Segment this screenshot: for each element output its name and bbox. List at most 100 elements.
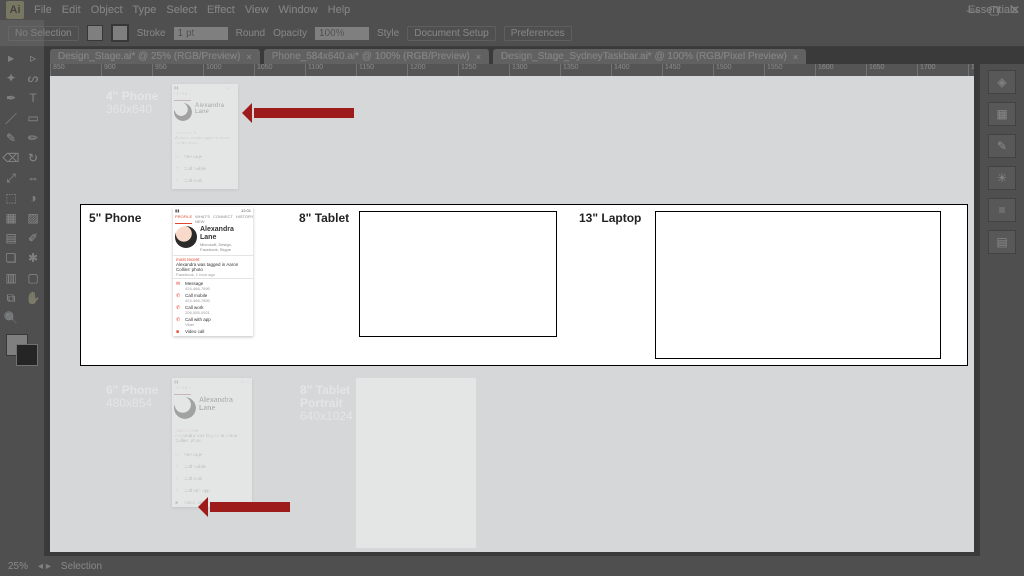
artboard-8inch-tablet xyxy=(359,211,557,337)
menu-window[interactable]: Window xyxy=(279,4,318,16)
shape-builder-tool-icon[interactable]: ◑ xyxy=(22,188,44,208)
selection-tool-icon[interactable]: ▸ xyxy=(0,48,22,68)
action-row: ✆Call work206-555-0921 xyxy=(173,304,253,316)
menu-type[interactable]: Type xyxy=(133,4,157,16)
preferences-button[interactable]: Preferences xyxy=(504,26,572,41)
artboard-label-4phone: 4" Phone 360x640 xyxy=(106,90,158,116)
brushes-panel-icon[interactable]: ✎ xyxy=(988,134,1016,158)
phone-icon: ✆ xyxy=(176,305,182,311)
menu-edit[interactable]: Edit xyxy=(62,4,81,16)
perspective-tool-icon[interactable]: ▦ xyxy=(0,208,22,228)
canvas-area[interactable]: 4" Phone 360x640 ▮▮12:01 PROFILE WHAT'S … xyxy=(50,76,974,552)
close-icon[interactable]: × xyxy=(793,52,798,62)
menu-effect[interactable]: Effect xyxy=(207,4,235,16)
type-tool-icon[interactable]: T xyxy=(22,88,44,108)
document-tab[interactable]: Phone_584x640.ai* @ 100% (RGB/Preview) × xyxy=(264,49,489,64)
action-row: ✆Call with appViber xyxy=(172,487,252,499)
document-tab[interactable]: Design_Stage.ai* @ 25% (RGB/Preview) × xyxy=(50,49,260,64)
right-panel-dock: ◈ ▦ ✎ ☀ ≡ ▤ xyxy=(980,64,1024,556)
tab-label: Design_Stage.ai* @ 25% (RGB/Preview) xyxy=(58,51,240,62)
zoom-field[interactable]: 25% xyxy=(8,561,28,572)
menu-object[interactable]: Object xyxy=(91,4,123,16)
signal-icon: ▮▮ xyxy=(174,85,178,90)
color-panel-icon[interactable]: ◈ xyxy=(988,70,1016,94)
app-frame: Ai File Edit Object Type Select Effect V… xyxy=(0,0,1024,576)
artboard-label-13laptop: 13" Laptop xyxy=(579,211,641,225)
document-setup-button[interactable]: Document Setup xyxy=(407,26,496,41)
hand-tool-icon[interactable]: ✋ xyxy=(22,288,44,308)
message-icon: ✉ xyxy=(175,452,181,458)
document-tab[interactable]: Design_Stage_SydneyTaskbar.ai* @ 100% (R… xyxy=(493,49,806,64)
rectangle-tool-icon[interactable]: ▭ xyxy=(22,108,44,128)
rotate-tool-icon[interactable]: ↻ xyxy=(22,148,44,168)
ruler-horizontal: 8509009501000105011001150120012501300135… xyxy=(50,64,974,76)
status-bar: 25% ◂ ▸ Selection xyxy=(0,556,1024,576)
line-tool-icon[interactable]: ／ xyxy=(0,108,22,128)
menu-view[interactable]: View xyxy=(245,4,269,16)
lasso-tool-icon[interactable]: ᔕ xyxy=(22,68,44,88)
layers-panel-icon[interactable]: ▤ xyxy=(988,230,1016,254)
annotation-arrow xyxy=(254,108,354,118)
blend-tool-icon[interactable]: ❏ xyxy=(0,248,22,268)
artboard-label-5phone: 5" Phone xyxy=(89,211,141,225)
symbols-panel-icon[interactable]: ☀ xyxy=(988,166,1016,190)
direct-selection-tool-icon[interactable]: ▹ xyxy=(22,48,44,68)
scale-tool-icon[interactable]: ⤢ xyxy=(0,168,22,188)
close-icon[interactable]: × xyxy=(246,52,251,62)
mockup-6inch-phone: ▮▮12:01 PROFILE WHAT'S NEW CONNECT HISTO… xyxy=(172,378,252,507)
free-transform-tool-icon[interactable]: ⬚ xyxy=(0,188,22,208)
mockup-5inch-phone: ▮▮12:01 PROFILE WHAT'S NEW CONNECT HISTO… xyxy=(173,207,253,336)
phone-icon: ✆ xyxy=(175,488,181,494)
style-label: Style xyxy=(377,28,399,39)
tab-label: Phone_584x640.ai* @ 100% (RGB/Preview) xyxy=(272,51,470,62)
fill-swatch-icon[interactable] xyxy=(87,25,103,41)
swatches-panel-icon[interactable]: ▦ xyxy=(988,102,1016,126)
action-row: ✆Call mobile424-466-7890 xyxy=(173,292,253,304)
action-row: ✉Message424-466-7890 xyxy=(173,280,253,292)
options-bar: No Selection Stroke 1 pt Round Opacity 1… xyxy=(0,20,1024,47)
menu-bar: Ai File Edit Object Type Select Effect V… xyxy=(0,0,1024,20)
eraser-tool-icon[interactable]: ⌫ xyxy=(0,148,22,168)
avatar xyxy=(175,226,197,248)
column-graph-tool-icon[interactable]: ▥ xyxy=(0,268,22,288)
action-row: ✉Message424-466-7890 xyxy=(172,451,252,463)
pen-tool-icon[interactable]: ✒ xyxy=(0,88,22,108)
fill-stroke-swatches[interactable] xyxy=(6,334,38,366)
mesh-tool-icon[interactable]: ▨ xyxy=(22,208,44,228)
phone-icon: ✆ xyxy=(176,317,182,323)
stroke-style-label: Round xyxy=(236,28,265,39)
gradient-tool-icon[interactable]: ▤ xyxy=(0,228,22,248)
artboard-label-8tablet-portrait: 8" Tablet Portrait640x1024 xyxy=(300,384,353,423)
window-minimize-icon[interactable]: — xyxy=(967,3,979,17)
highlighted-artboard-row: 5" Phone ▮▮12:01 PROFILE WHAT'S NEW CONN… xyxy=(80,204,968,366)
zoom-tool-icon[interactable]: 🔍 xyxy=(0,308,22,328)
opacity-label: Opacity xyxy=(273,28,307,39)
video-icon: ■ xyxy=(175,500,181,506)
opacity-field[interactable]: 100% xyxy=(315,27,369,40)
stroke-swatch-icon[interactable] xyxy=(111,24,129,42)
menu-file[interactable]: File xyxy=(34,4,52,16)
annotation-arrow xyxy=(210,502,290,512)
phone-icon: ✆ xyxy=(175,464,181,470)
stroke-panel-icon[interactable]: ≡ xyxy=(988,198,1016,222)
signal-icon: ▮▮ xyxy=(175,208,179,213)
message-icon: ✉ xyxy=(175,154,181,160)
window-close-icon[interactable]: ✕ xyxy=(1010,3,1020,17)
paintbrush-tool-icon[interactable]: ✎ xyxy=(0,128,22,148)
magic-wand-tool-icon[interactable]: ✦ xyxy=(0,68,22,88)
stroke-color-icon[interactable] xyxy=(16,344,38,366)
symbol-sprayer-tool-icon[interactable]: ✱ xyxy=(22,248,44,268)
window-maximize-icon[interactable]: ▢ xyxy=(989,3,1000,17)
artboard-label-6phone: 6" Phone 480x854 xyxy=(106,384,158,410)
menu-help[interactable]: Help xyxy=(328,4,351,16)
width-tool-icon[interactable]: ⇔ xyxy=(22,168,44,188)
pencil-tool-icon[interactable]: ✏ xyxy=(22,128,44,148)
phone-icon: ✆ xyxy=(176,293,182,299)
eyedropper-tool-icon[interactable]: ✐ xyxy=(22,228,44,248)
menu-select[interactable]: Select xyxy=(166,4,197,16)
stroke-weight-field[interactable]: 1 pt xyxy=(174,27,228,40)
close-icon[interactable]: × xyxy=(476,52,481,62)
artboard-tool-icon[interactable]: ▢ xyxy=(22,268,44,288)
slice-tool-icon[interactable]: ⧉ xyxy=(0,288,22,308)
avatar xyxy=(174,103,192,121)
